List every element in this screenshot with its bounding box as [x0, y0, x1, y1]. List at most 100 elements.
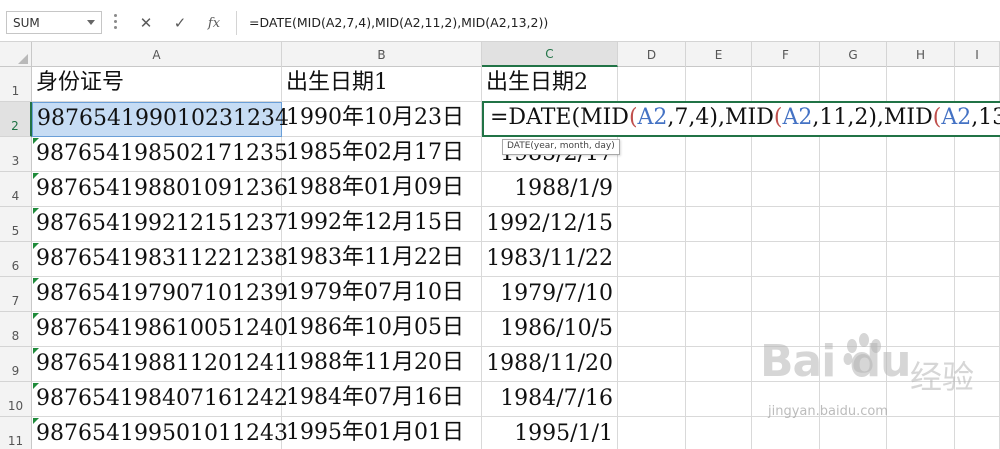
column-header-h[interactable]: H [887, 42, 955, 67]
empty-cell[interactable] [618, 417, 686, 449]
cell-c10[interactable]: 1984/7/16 [482, 382, 618, 417]
empty-cell[interactable] [618, 347, 686, 382]
empty-cell[interactable] [618, 382, 686, 417]
empty-cell[interactable] [618, 312, 686, 347]
empty-cell[interactable] [618, 137, 686, 172]
empty-cell[interactable] [686, 277, 752, 312]
empty-cell[interactable] [955, 137, 1000, 172]
cell-b6[interactable]: 1983年11月22日 [282, 242, 482, 277]
row-header-3[interactable]: 3 [0, 137, 32, 172]
row-header-7[interactable]: 7 [0, 277, 32, 312]
cell-a4[interactable]: 987654198801091236 [32, 172, 288, 207]
cell-editor[interactable]: =DATE(MID(A2,7,4),MID(A2,11,2),MID(A2,13… [482, 101, 1000, 137]
cell-b11[interactable]: 1995年01月01日 [282, 417, 482, 449]
cell-c5[interactable]: 1992/12/15 [482, 207, 618, 242]
empty-cell[interactable] [887, 172, 955, 207]
empty-cell[interactable] [752, 242, 820, 277]
function-tooltip[interactable]: DATE(year, month, day) [502, 139, 620, 155]
cell-a1[interactable]: 身份证号 [32, 67, 282, 102]
column-header-f[interactable]: F [752, 42, 820, 67]
cell-a3[interactable]: 987654198502171235 [32, 137, 288, 172]
empty-cell[interactable] [955, 207, 1000, 242]
column-header-g[interactable]: G [820, 42, 887, 67]
row-header-9[interactable]: 9 [0, 347, 32, 382]
cell-a2[interactable]: 987654199010231234 [32, 102, 289, 137]
empty-cell[interactable] [887, 137, 955, 172]
cell-c4[interactable]: 1988/1/9 [482, 172, 618, 207]
row-header-5[interactable]: 5 [0, 207, 32, 242]
row-header-10[interactable]: 10 [0, 382, 32, 417]
empty-cell[interactable] [618, 172, 686, 207]
row-header-4[interactable]: 4 [0, 172, 32, 207]
empty-cell[interactable] [686, 242, 752, 277]
empty-cell[interactable] [618, 67, 686, 102]
cell-a9[interactable]: 987654198811201241 [32, 347, 288, 382]
empty-cell[interactable] [686, 347, 752, 382]
cell-c7[interactable]: 1979/7/10 [482, 277, 618, 312]
row-header-6[interactable]: 6 [0, 242, 32, 277]
row-header-2[interactable]: 2 [0, 102, 32, 137]
cell-b7[interactable]: 1979年07月10日 [282, 277, 482, 312]
row-header-8[interactable]: 8 [0, 312, 32, 347]
cell-b8[interactable]: 1986年10月05日 [282, 312, 482, 347]
column-header-d[interactable]: D [618, 42, 686, 67]
cell-b1[interactable]: 出生日期1 [282, 67, 482, 102]
empty-cell[interactable] [686, 382, 752, 417]
empty-cell[interactable] [752, 67, 820, 102]
empty-cell[interactable] [686, 172, 752, 207]
cell-a10[interactable]: 987654198407161242 [32, 382, 288, 417]
cell-c9[interactable]: 1988/11/20 [482, 347, 618, 382]
cell-b3[interactable]: 1985年02月17日 [282, 137, 482, 172]
cell-c1[interactable]: 出生日期2 [482, 67, 618, 102]
enter-button[interactable]: ✓ [168, 12, 192, 34]
cell-c11[interactable]: 1995/1/1 [482, 417, 618, 449]
empty-cell[interactable] [686, 137, 752, 172]
empty-cell[interactable] [686, 417, 752, 449]
empty-cell[interactable] [955, 172, 1000, 207]
formula-input[interactable]: =DATE(MID(A2,7,4),MID(A2,11,2),MID(A2,13… [236, 11, 1000, 35]
row-header-1[interactable]: 1 [0, 67, 32, 102]
empty-cell[interactable] [820, 277, 887, 312]
empty-cell[interactable] [686, 67, 752, 102]
name-box[interactable]: SUM [6, 11, 102, 34]
empty-cell[interactable] [752, 277, 820, 312]
empty-cell[interactable] [820, 137, 887, 172]
cell-c8[interactable]: 1986/10/5 [482, 312, 618, 347]
empty-cell[interactable] [887, 67, 955, 102]
cell-b5[interactable]: 1992年12月15日 [282, 207, 482, 242]
empty-cell[interactable] [820, 172, 887, 207]
empty-cell[interactable] [820, 67, 887, 102]
empty-cell[interactable] [955, 67, 1000, 102]
empty-cell[interactable] [686, 207, 752, 242]
empty-cell[interactable] [955, 277, 1000, 312]
chevron-down-icon[interactable] [87, 20, 95, 25]
empty-cell[interactable] [686, 312, 752, 347]
insert-function-button[interactable]: fx [202, 12, 226, 34]
empty-cell[interactable] [752, 207, 820, 242]
empty-cell[interactable] [887, 277, 955, 312]
cell-a6[interactable]: 987654198311221238 [32, 242, 288, 277]
cancel-button[interactable]: ✕ [134, 12, 158, 34]
cell-c6[interactable]: 1983/11/22 [482, 242, 618, 277]
empty-cell[interactable] [752, 172, 820, 207]
empty-cell[interactable] [618, 242, 686, 277]
empty-cell[interactable] [887, 242, 955, 277]
column-header-e[interactable]: E [686, 42, 752, 67]
cell-a5[interactable]: 987654199212151237 [32, 207, 288, 242]
empty-cell[interactable] [618, 277, 686, 312]
empty-cell[interactable] [820, 207, 887, 242]
empty-cell[interactable] [752, 137, 820, 172]
empty-cell[interactable] [887, 207, 955, 242]
empty-cell[interactable] [955, 242, 1000, 277]
more-options-icon[interactable] [114, 14, 117, 30]
row-header-11[interactable]: 11 [0, 417, 32, 449]
cell-a8[interactable]: 987654198610051240 [32, 312, 288, 347]
column-header-i[interactable]: I [955, 42, 1000, 67]
select-all-button[interactable] [0, 42, 32, 67]
cell-b4[interactable]: 1988年01月09日 [282, 172, 482, 207]
empty-cell[interactable] [618, 207, 686, 242]
cell-b10[interactable]: 1984年07月16日 [282, 382, 482, 417]
cell-b2[interactable]: 1990年10月23日 [282, 102, 482, 137]
cell-a7[interactable]: 987654197907101239 [32, 277, 288, 312]
cell-a11[interactable]: 987654199501011243 [32, 417, 288, 449]
